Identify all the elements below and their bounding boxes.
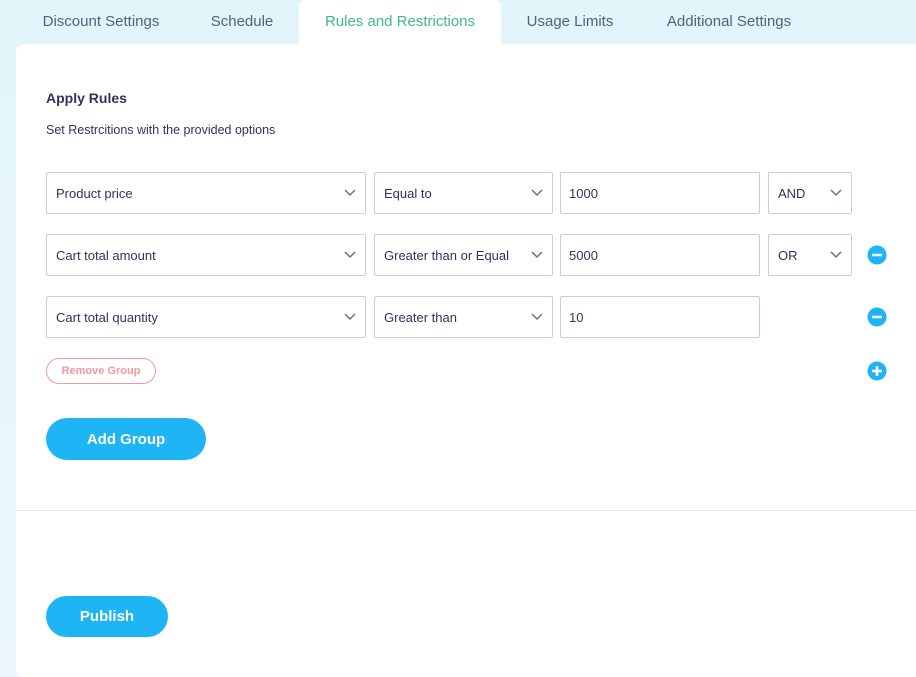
rule-connector-value: AND xyxy=(778,185,806,201)
chevron-down-icon xyxy=(531,251,543,259)
rule-value-text: 5000 xyxy=(569,247,598,263)
tab-usage-limits[interactable]: Usage Limits xyxy=(510,0,630,44)
tab-additional-settings[interactable]: Additional Settings xyxy=(646,0,812,44)
rule-operator-value: Greater than or Equal xyxy=(384,247,510,263)
rule-connector-value: OR xyxy=(778,247,798,263)
tab-discount-settings[interactable]: Discount Settings xyxy=(26,0,176,44)
remove-rule-icon[interactable] xyxy=(867,245,887,265)
chevron-down-icon xyxy=(531,189,543,197)
rule-field-value: Cart total quantity xyxy=(56,309,158,325)
rule-connector-select[interactable]: AND xyxy=(768,172,852,214)
rule-operator-select[interactable]: Greater than or Equal xyxy=(374,234,553,276)
add-group-button[interactable]: Add Group xyxy=(46,418,206,460)
rule-field-value: Cart total amount xyxy=(56,247,156,263)
tab-schedule[interactable]: Schedule xyxy=(196,0,288,44)
chevron-down-icon xyxy=(344,313,356,321)
tab-bar: Discount Settings Schedule Rules and Res… xyxy=(16,0,916,44)
rule-value-text: 1000 xyxy=(569,185,598,201)
rule-field-value: Product price xyxy=(56,185,133,201)
section-subtitle: Set Restrcitions with the provided optio… xyxy=(46,123,276,137)
chevron-down-icon xyxy=(344,189,356,197)
rule-field-select[interactable]: Product price xyxy=(46,172,366,214)
chevron-down-icon xyxy=(531,313,543,321)
tab-rules-and-restrictions[interactable]: Rules and Restrictions xyxy=(299,0,501,44)
section-title: Apply Rules xyxy=(46,90,127,106)
rule-value-input[interactable]: 1000 xyxy=(560,172,760,214)
section-divider xyxy=(16,510,916,511)
remove-group-button[interactable]: Remove Group xyxy=(46,358,156,384)
chevron-down-icon xyxy=(830,251,842,259)
rule-operator-value: Greater than xyxy=(384,309,457,325)
remove-rule-icon[interactable] xyxy=(867,307,887,327)
rule-operator-value: Equal to xyxy=(384,185,432,201)
rule-operator-select[interactable]: Greater than xyxy=(374,296,553,338)
publish-button[interactable]: Publish xyxy=(46,596,168,637)
rule-value-input[interactable]: 10 xyxy=(560,296,760,338)
rule-operator-select[interactable]: Equal to xyxy=(374,172,553,214)
rule-value-text: 10 xyxy=(569,309,584,325)
chevron-down-icon xyxy=(830,189,842,197)
chevron-down-icon xyxy=(344,251,356,259)
rules-panel: Apply Rules Set Restrcitions with the pr… xyxy=(16,44,916,677)
rule-field-select[interactable]: Cart total amount xyxy=(46,234,366,276)
rule-connector-select[interactable]: OR xyxy=(768,234,852,276)
rule-field-select[interactable]: Cart total quantity xyxy=(46,296,366,338)
add-rule-icon[interactable] xyxy=(867,361,887,381)
rule-value-input[interactable]: 5000 xyxy=(560,234,760,276)
